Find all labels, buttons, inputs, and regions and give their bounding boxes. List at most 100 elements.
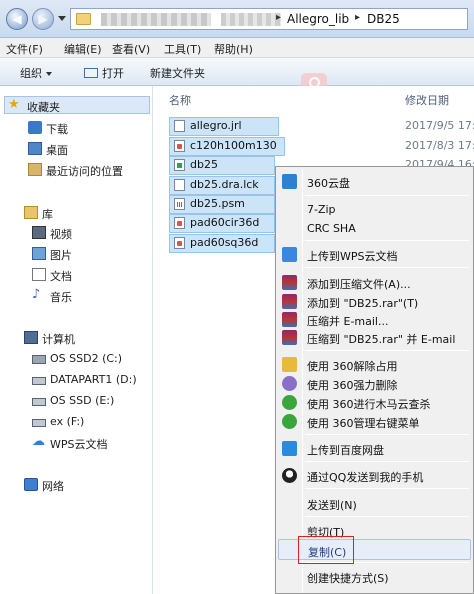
breadcrumb-separator-icon: ▸ (355, 12, 361, 23)
computer-icon (24, 331, 38, 344)
menu-item-qq-send[interactable]: 通过QQ发送到我的手机 (278, 465, 471, 486)
cloud-icon: ☁ (32, 434, 45, 449)
redacted-path-segment (221, 13, 281, 26)
context-menu: 360云盘 7-Zip CRC SHA 上传到WPS云文档 添加到压缩文件(A)… (275, 166, 474, 594)
menu-item-360-menu-manager[interactable]: 使用 360管理右键菜单 (278, 411, 471, 432)
wps-cloud-icon (282, 247, 297, 262)
new-folder-button[interactable]: 新建文件夹 (150, 65, 205, 81)
video-icon (32, 226, 46, 239)
copy-highlight-box (298, 536, 354, 564)
file-icon (174, 120, 185, 132)
open-button[interactable]: 打开 (84, 65, 124, 81)
chevron-down-icon (46, 72, 52, 76)
menu-item-upload-wps[interactable]: 上传到WPS云文档 (278, 244, 471, 265)
address-bar-area: ◀ ▶ ▸ Allegro_lib ▸ DB25 (0, 0, 474, 38)
nav-drive-f[interactable]: ex (F:) (32, 413, 150, 431)
download-folder-icon (28, 121, 42, 134)
drive-icon (32, 377, 46, 385)
menu-item-send-to[interactable]: 发送到(N) (278, 493, 471, 514)
nav-desktop[interactable]: 桌面 (28, 140, 148, 158)
menu-divider (305, 350, 469, 351)
nav-libraries[interactable]: 库 (24, 204, 144, 222)
padstack-file-icon (174, 237, 185, 249)
address-bar[interactable]: ▸ Allegro_lib ▸ DB25 (70, 8, 468, 30)
symbol-file-icon (174, 198, 185, 210)
menu-file[interactable]: 文件(F) (6, 41, 43, 57)
forward-button[interactable]: ▶ (32, 8, 54, 30)
nav-videos[interactable]: 视频 (32, 224, 142, 242)
shredder-icon (282, 376, 297, 391)
nav-network[interactable]: 网络 (24, 476, 144, 494)
drive-icon (32, 419, 46, 427)
menu-item-add-archive[interactable]: 添加到压缩文件(A)... (278, 272, 471, 293)
winrar-icon (282, 330, 297, 345)
breadcrumb-separator-icon: ▸ (276, 12, 282, 23)
winrar-icon (282, 294, 297, 309)
document-icon (32, 268, 46, 281)
file-row[interactable]: allegro.jrl 2017/9/5 17: (169, 117, 474, 136)
menu-edit[interactable]: 编辑(E) (64, 41, 102, 57)
padstack-file-icon (174, 217, 185, 229)
padstack-file-icon (174, 140, 185, 152)
menu-bar: 文件(F) 编辑(E) 查看(V) 工具(T) 帮助(H) (0, 38, 474, 58)
menu-item-compress-rar-email[interactable]: 压缩到 "DB25.rar" 并 E-mail (278, 327, 471, 348)
desktop-icon (28, 142, 42, 155)
allegro-drawing-icon (174, 159, 185, 171)
folder-icon (76, 13, 91, 25)
column-header-date[interactable]: 修改日期 (405, 92, 449, 108)
open-icon (84, 68, 98, 78)
music-icon: ♪ (32, 287, 41, 302)
nav-drive-c[interactable]: OS SSD2 (C:) (32, 350, 150, 368)
nav-recent-places[interactable]: 最近访问的位置 (28, 161, 153, 179)
menu-divider (305, 516, 469, 517)
baidu-cloud-icon (282, 441, 297, 456)
menu-item-360-cloud[interactable]: 360云盘 (278, 171, 471, 192)
picture-icon (32, 247, 46, 260)
column-header-name[interactable]: 名称 (169, 92, 191, 108)
menu-item-7zip[interactable]: 7-Zip (278, 199, 471, 220)
nav-drive-d[interactable]: DATAPART1 (D:) (32, 371, 152, 389)
star-icon: ★ (8, 97, 20, 112)
menu-tools[interactable]: 工具(T) (164, 41, 201, 57)
menu-item-baidu-upload[interactable]: 上传到百度网盘 (278, 438, 471, 459)
system-drive-icon (32, 355, 46, 364)
breadcrumb-allegro-lib[interactable]: Allegro_lib (287, 12, 349, 26)
winrar-icon (282, 312, 297, 327)
file-icon (174, 179, 185, 191)
nav-pictures[interactable]: 图片 (32, 245, 142, 263)
nav-downloads[interactable]: 下载 (28, 119, 148, 137)
nav-drive-e[interactable]: OS SSD (E:) (32, 392, 150, 410)
recent-pages-dropdown-icon[interactable] (58, 16, 66, 21)
cloud-drive-icon (282, 174, 297, 189)
organize-button[interactable]: 组织 (20, 65, 52, 81)
breadcrumb-db25[interactable]: DB25 (367, 12, 400, 26)
menu-item-360-trojan-scan[interactable]: 使用 360进行木马云查杀 (278, 392, 471, 413)
navigation-pane: ★ 收藏夹 下载 桌面 最近访问的位置 库 视频 图片 文档 ♪ 音乐 计算机 … (0, 86, 153, 594)
file-row[interactable]: c120h100m130 2017/8/3 17: (169, 137, 474, 156)
nav-documents[interactable]: 文档 (32, 266, 142, 284)
menu-divider (305, 434, 469, 435)
library-icon (24, 206, 38, 219)
menu-item-crc-sha[interactable]: CRC SHA (278, 218, 471, 239)
menu-divider (305, 488, 469, 489)
nav-computer[interactable]: 计算机 (24, 329, 144, 347)
menu-divider (305, 267, 469, 268)
nav-music[interactable]: ♪ 音乐 (32, 287, 142, 305)
menu-item-360-unlock[interactable]: 使用 360解除占用 (278, 354, 471, 375)
winrar-icon (282, 275, 297, 290)
menu-help[interactable]: 帮助(H) (214, 41, 253, 57)
network-icon (24, 478, 38, 491)
360-shield-icon (282, 395, 297, 410)
menu-divider (305, 195, 469, 196)
nav-wps-cloud[interactable]: ☁ WPS云文档 (32, 434, 150, 452)
drive-icon (32, 398, 46, 406)
menu-divider (305, 461, 469, 462)
menu-item-create-shortcut[interactable]: 创建快捷方式(S) (278, 566, 471, 587)
back-button[interactable]: ◀ (6, 8, 28, 30)
360-shield-icon (282, 414, 297, 429)
nav-favorites[interactable]: ★ 收藏夹 (4, 96, 150, 114)
menu-item-360-force-delete[interactable]: 使用 360强力删除 (278, 373, 471, 394)
toolbar: 组织 打开 新建文件夹 (0, 58, 474, 86)
menu-view[interactable]: 查看(V) (112, 41, 150, 57)
folder-unlock-icon (282, 357, 297, 372)
